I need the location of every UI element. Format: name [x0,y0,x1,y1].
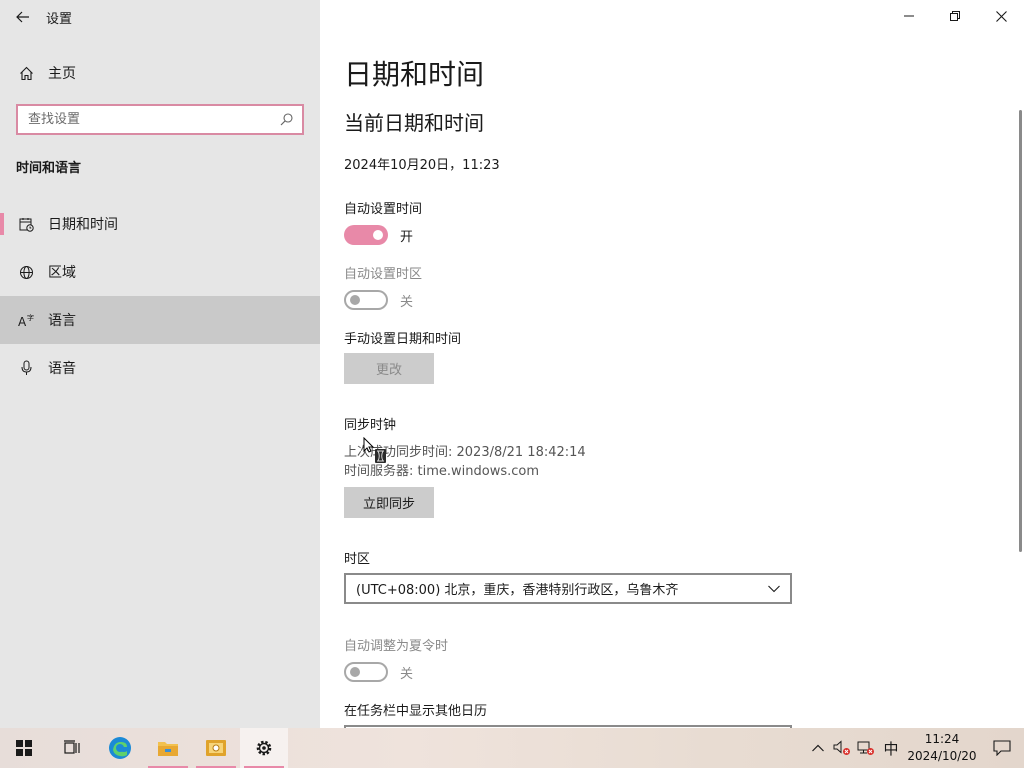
sidebar-item-label: 语音 [48,361,76,377]
system-tray: 中 11:24 2024/10/20 [806,728,1024,768]
auto-timezone-toggle[interactable] [344,290,388,310]
sidebar-item-region[interactable]: 区域 [0,248,320,296]
volume-button[interactable] [830,728,854,768]
notification-center-button[interactable] [980,728,1024,768]
sync-now-button[interactable]: 立即同步 [344,487,434,518]
clock-time: 11:24 [924,732,960,746]
sidebar: 设置 主页 时间和语言 日期和时间 区域 A字 [0,0,320,728]
minimize-button[interactable] [886,0,932,32]
scrollbar[interactable] [1019,110,1022,552]
edge-button[interactable] [96,728,144,768]
title-bar-left: 设置 [0,0,320,34]
other-calendar-label: 在任务栏中显示其他日历 [344,704,488,719]
task-view-button[interactable] [48,728,96,768]
home-label: 主页 [48,66,76,82]
restore-icon [950,11,960,21]
timezone-value: (UTC+08:00) 北京，重庆，香港特别行政区，乌鲁木齐 [356,583,679,598]
auto-time-label: 自动设置时间 [344,202,423,217]
sync-clock-label: 同步时钟 [344,418,397,433]
microphone-icon [18,360,34,376]
start-icon [16,740,32,756]
search-icon[interactable] [278,112,294,128]
dst-toggle-row: 关 [344,662,413,682]
timezone-dropdown[interactable]: (UTC+08:00) 北京，重庆，香港特别行政区，乌鲁木齐 [344,573,792,604]
sidebar-item-label: 区域 [48,265,76,281]
page-title: 日期和时间 [344,58,485,91]
auto-timezone-label: 自动设置时区 [344,267,423,282]
dst-toggle[interactable] [344,662,388,682]
file-explorer-icon [158,742,178,756]
chevron-up-icon [812,744,824,752]
busy-cursor-icon [363,437,386,463]
notification-icon [993,740,1011,756]
task-view-icon [64,740,80,754]
dst-label: 自动调整为夏令时 [344,639,449,654]
start-button[interactable] [0,728,48,768]
language-icon: A字 [18,312,34,328]
window-controls [886,0,1024,32]
taskbar: 中 11:24 2024/10/20 [0,728,1024,768]
toggle-knob [350,667,360,677]
input-method-indicator[interactable]: 中 [878,728,904,768]
auto-time-toggle[interactable] [344,225,388,245]
taskbar-clock[interactable]: 11:24 2024/10/20 [904,731,980,765]
show-hidden-icons-button[interactable] [806,728,830,768]
auto-time-toggle-row: 开 [344,225,413,245]
photo-app-icon [206,740,226,756]
volume-muted-icon [833,740,850,755]
search-box[interactable] [16,104,304,135]
current-datetime: 2024年10月20日，11:23 [344,158,500,173]
section-title: 时间和语言 [16,161,82,176]
sidebar-nav: 日期和时间 区域 A字 语言 语音 [0,200,320,392]
timezone-label: 时区 [344,552,371,567]
close-button[interactable] [978,0,1024,32]
calendar-clock-icon [18,216,34,232]
toggle-knob [373,230,383,240]
file-explorer-button[interactable] [144,728,192,768]
auto-timezone-toggle-row: 关 [344,290,413,310]
change-button[interactable]: 更改 [344,353,434,384]
photo-app-button[interactable] [192,728,240,768]
close-icon [995,10,1007,22]
search-input[interactable] [28,112,278,127]
clock-date: 2024/10/20 [907,749,977,763]
home-icon [18,65,34,81]
chevron-down-icon [768,585,780,592]
globe-icon [18,264,34,280]
back-button[interactable] [0,0,46,34]
dst-state: 关 [400,666,414,682]
toggle-knob [350,295,360,305]
svg-text:字: 字 [27,313,34,322]
sidebar-item-date-time[interactable]: 日期和时间 [0,200,320,248]
auto-time-state: 开 [400,229,414,245]
auto-timezone-state: 关 [400,294,414,310]
sidebar-item-speech[interactable]: 语音 [0,344,320,392]
manual-datetime-label: 手动设置日期和时间 [344,332,462,347]
sidebar-item-language[interactable]: A字 语言 [0,296,320,344]
settings-button[interactable] [240,728,288,768]
section-subtitle: 当前日期和时间 [344,111,484,135]
svg-text:A: A [18,315,27,328]
sidebar-item-label: 语言 [48,313,76,329]
sidebar-item-label: 日期和时间 [48,217,118,233]
edge-icon [109,737,131,759]
network-icon [857,741,874,755]
minimize-icon [904,15,914,17]
home-link[interactable]: 主页 [0,56,320,90]
settings-icon [256,740,272,756]
network-button[interactable] [854,728,878,768]
restore-button[interactable] [932,0,978,32]
back-arrow-icon [16,11,29,23]
app-title: 设置 [46,11,73,27]
